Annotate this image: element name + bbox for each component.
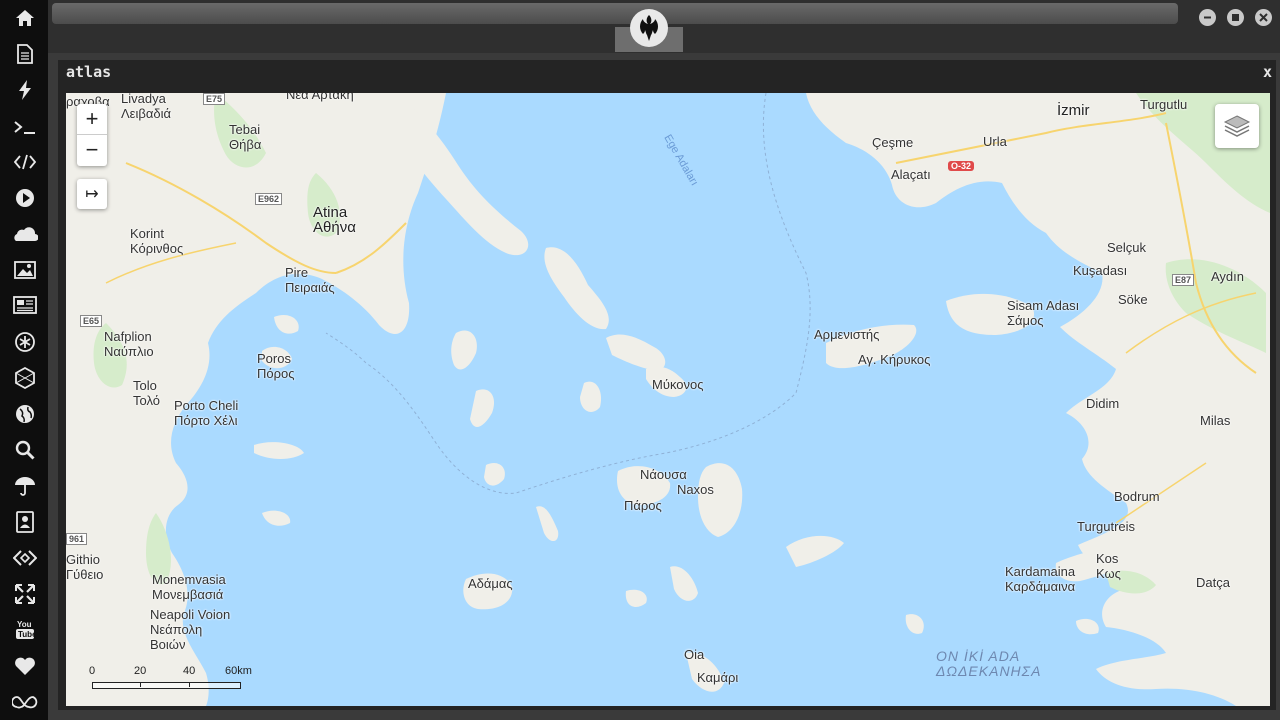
place-label: Turgutlu <box>1140 97 1188 112</box>
lightning-icon[interactable] <box>12 77 38 103</box>
place-label: Atina Αθήνα <box>313 204 356 236</box>
terminal-icon[interactable] <box>12 114 38 140</box>
place-label: Çeşme <box>872 135 914 150</box>
hexagon-icon[interactable] <box>12 365 38 391</box>
scale-divider <box>140 682 190 687</box>
close-window-button[interactable] <box>1255 9 1272 26</box>
highway-shield: E962 <box>255 193 283 205</box>
app-sidebar: You Tube <box>0 0 48 720</box>
minimize-button[interactable] <box>1199 9 1216 26</box>
scale-label: 20 <box>134 665 147 677</box>
place-label: Αδάμας <box>468 576 513 591</box>
place-label: İzmir <box>1057 102 1090 119</box>
diamond-code-icon[interactable] <box>12 545 38 571</box>
zoom-control: + − <box>77 104 107 166</box>
scale-label: 60km <box>225 665 252 677</box>
place-label: Πάρος <box>624 498 662 513</box>
maximize-button[interactable] <box>1227 9 1244 26</box>
place-label: Νέα Αρτάκη <box>286 93 354 102</box>
zoom-out-button[interactable]: − <box>77 135 107 165</box>
place-label: Kuşadası <box>1073 263 1128 278</box>
layers-icon <box>1223 115 1251 137</box>
place-label: Githio Γύθειο <box>66 552 104 582</box>
umbrella-icon[interactable] <box>12 473 38 499</box>
place-label: Αρμενιστής <box>814 327 880 342</box>
place-label: Neapoli Voion Νεάπολη Βοιών <box>150 607 231 652</box>
rebel-logo-icon <box>630 9 668 47</box>
measure-button[interactable]: ↦ <box>77 179 107 209</box>
place-label: Selçuk <box>1107 240 1147 255</box>
newspaper-icon[interactable] <box>12 292 38 318</box>
place-label: Livadya Λειβαδιά <box>121 93 172 121</box>
place-label: Monemvasia Μονεμβασιά <box>152 572 226 602</box>
highway-shield: E65 <box>80 315 103 327</box>
place-label: Oia <box>684 647 705 662</box>
code-icon[interactable] <box>12 149 38 175</box>
highway-shield: 961 <box>66 533 88 545</box>
infinity-cloud-icon[interactable] <box>12 689 38 715</box>
heart-icon[interactable] <box>12 653 38 679</box>
address-bar[interactable] <box>52 3 1178 24</box>
pane-title: atlas <box>66 63 112 81</box>
place-label: Νάουσα <box>640 467 687 482</box>
place-label: Porto Cheli Πόρτο Χέλι <box>174 398 239 428</box>
asterisk-icon[interactable] <box>12 329 38 355</box>
play-icon[interactable] <box>12 185 38 211</box>
place-label: Korint Κόρινθος <box>130 226 184 256</box>
image-icon[interactable] <box>12 257 38 283</box>
globe-icon[interactable] <box>12 401 38 427</box>
pane-close-button[interactable]: x <box>1263 63 1272 81</box>
place-label: Bodrum <box>1114 489 1160 504</box>
place-label: Nafplion Ναύπλιο <box>104 329 154 359</box>
highway-shield: E87 <box>1172 274 1195 286</box>
search-icon[interactable] <box>12 437 38 463</box>
region-label: ON İKİ ADA ΔΩΔΕΚΑΝΗΣΑ <box>936 648 1042 679</box>
place-label: Kos Κως <box>1096 551 1121 581</box>
place-label: Turgutreis <box>1077 519 1136 534</box>
place-label: Didim <box>1086 396 1120 411</box>
scale-label: 40 <box>183 665 196 677</box>
expand-icon[interactable] <box>12 581 38 607</box>
place-label: Αγ. Κήρυκος <box>858 352 931 367</box>
place-label: Kardamaina Καρδάμαινα <box>1005 564 1076 594</box>
place-label: Tolo Τολό <box>133 378 161 408</box>
place-label: Urla <box>983 134 1007 149</box>
place-label: Datça <box>1196 575 1230 590</box>
home-icon[interactable] <box>12 5 38 31</box>
place-label: Aydın <box>1211 269 1245 284</box>
layers-button[interactable] <box>1215 104 1259 148</box>
place-label: Καμάρι <box>697 670 739 685</box>
top-bar <box>48 0 1280 53</box>
place-label: Sisam Adası Σάμος <box>1007 298 1080 328</box>
cloud-icon[interactable] <box>12 221 38 247</box>
document-icon[interactable] <box>12 41 38 67</box>
youtube-icon[interactable]: You Tube <box>12 617 38 643</box>
place-label: Milas <box>1200 413 1231 428</box>
highway-shield: E75 <box>203 93 226 105</box>
svg-text:You: You <box>17 620 32 629</box>
zoom-in-button[interactable]: + <box>77 104 107 135</box>
place-label: Naxos <box>677 482 714 497</box>
place-label: Söke <box>1118 292 1148 307</box>
highway-shield: O-32 <box>948 161 975 171</box>
place-label: Pire Πειραιάς <box>285 265 335 295</box>
place-label: Alaçatı <box>891 167 931 182</box>
contacts-icon[interactable] <box>12 509 38 535</box>
place-label: Μύκονος <box>652 377 704 392</box>
place-label: Poros Πόρος <box>257 351 295 381</box>
place-label: Tebai Θήβα <box>229 122 262 152</box>
scale-label: 0 <box>89 665 96 677</box>
map-view[interactable]: E75 E962 E65 E87 O-32 961 Νέα Αρτάκη ραχ… <box>66 93 1270 706</box>
svg-text:Tube: Tube <box>18 630 35 639</box>
